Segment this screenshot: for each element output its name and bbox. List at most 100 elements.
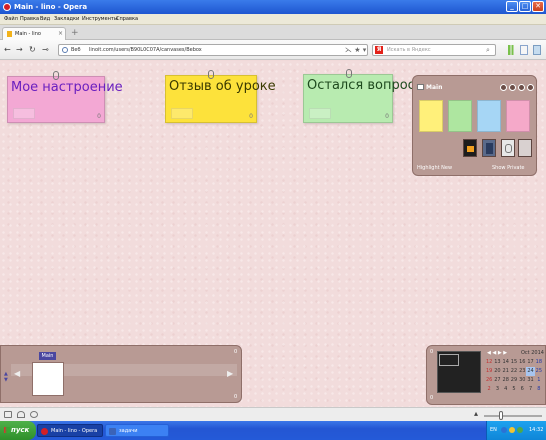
tab-close-icon[interactable]: ×	[58, 30, 63, 38]
show-private-toggle[interactable]: Show Private	[492, 165, 525, 172]
taskbar-button-opera[interactable]: Main - lino - Opera	[37, 424, 103, 437]
canvas-tab-main[interactable]: Main	[39, 352, 56, 360]
attach-icon[interactable]	[501, 139, 515, 157]
calendar-day[interactable]: 16	[518, 358, 526, 367]
scroll-right-icon[interactable]: ▶	[227, 370, 233, 378]
address-field[interactable]: Веб linoit.com/users/B90L0C07A/canvases/…	[58, 44, 368, 56]
zoom-slider[interactable]	[484, 415, 542, 417]
alert-icon[interactable]	[509, 427, 515, 433]
pin-icon	[346, 69, 352, 78]
settings-icon[interactable]	[500, 84, 507, 91]
sticky-note-feedback[interactable]: Отзыв об уроке 0	[165, 70, 276, 123]
rss-star-icons[interactable]: ⋋ ★ ▾	[345, 46, 366, 54]
panel-count: 0	[430, 395, 434, 401]
panel-toggle-icon[interactable]	[4, 411, 12, 418]
forward-icon[interactable]: →	[16, 45, 23, 54]
blue-sticky-swatch[interactable]	[477, 100, 501, 132]
panel-count: 0	[430, 349, 434, 355]
panel-title[interactable]: Main	[426, 84, 442, 91]
note-stamp	[13, 108, 35, 119]
calendar-day[interactable]: 13	[493, 358, 501, 367]
menu-tools[interactable]: Инструменты	[82, 16, 118, 23]
close-button[interactable]: ✕	[532, 1, 544, 12]
power-icon[interactable]	[527, 84, 534, 91]
back-icon[interactable]: ←	[4, 45, 11, 54]
menu-bookmarks[interactable]: Закладки	[54, 16, 79, 23]
menu-view[interactable]: Вид	[40, 16, 50, 23]
pink-sticky-swatch[interactable]	[506, 100, 530, 132]
calendar-day[interactable]: 25	[535, 367, 543, 376]
tab-main-lino[interactable]: Main - lino ×	[2, 27, 66, 40]
yellow-sticky-swatch[interactable]	[419, 100, 443, 132]
calendar-day[interactable]: 15	[510, 358, 518, 367]
photo-icon[interactable]	[463, 139, 477, 157]
calendar-day[interactable]: 30	[518, 376, 526, 385]
web-label: Веб	[71, 47, 81, 53]
sticky-note-question[interactable]: Остался вопрос 0	[303, 69, 415, 123]
calendar-day[interactable]: 8	[535, 385, 543, 394]
calendar-day[interactable]: 1	[535, 376, 543, 385]
language-indicator[interactable]: EN	[490, 427, 497, 434]
calendar-day[interactable]: 24	[526, 367, 535, 376]
calendar-day[interactable]: 26	[485, 376, 493, 385]
calendar-day[interactable]: 21	[502, 367, 510, 376]
menu-file[interactable]: Файл	[4, 16, 18, 23]
new-tab-button[interactable]: +	[71, 29, 79, 38]
calendar-day[interactable]: 7	[526, 385, 534, 394]
signal-icon[interactable]	[508, 45, 516, 55]
zoom-handle[interactable]	[499, 411, 503, 420]
calendar-day[interactable]: 4	[502, 385, 510, 394]
calendar-week-row: 19 20 21 22 23 24 25	[485, 367, 543, 376]
calendar-day[interactable]: 29	[510, 376, 518, 385]
video-icon[interactable]	[482, 139, 496, 157]
calendar-day[interactable]: 28	[502, 376, 510, 385]
calendar-day[interactable]: 2	[485, 385, 493, 394]
blank-note-icon[interactable]	[518, 139, 532, 157]
zoom-out-icon[interactable]: ▴	[474, 410, 478, 418]
start-button[interactable]: пуск	[0, 421, 36, 440]
highlight-new-toggle[interactable]: Highlight New	[417, 165, 452, 172]
green-sticky-swatch[interactable]	[448, 100, 472, 132]
calendar-day[interactable]: 5	[510, 385, 518, 394]
calendar-day[interactable]: 27	[493, 376, 501, 385]
calendar-week-row: 26 27 28 29 30 31 1	[485, 376, 543, 385]
network-icon[interactable]	[501, 427, 507, 433]
reload-icon[interactable]: ↻	[29, 45, 36, 54]
calendar-month: Oct 2014	[521, 350, 544, 356]
calendar-nav-arrows[interactable]: ◀ ◀ ▶ ▶	[487, 350, 507, 356]
info-icon[interactable]	[509, 84, 516, 91]
calendar-day[interactable]: 22	[510, 367, 518, 376]
search-icon[interactable]: ⌕	[486, 46, 490, 54]
calendar-day[interactable]: 31	[526, 376, 534, 385]
search-field[interactable]: Я Искать в Яндекс ⌕	[372, 44, 496, 56]
menu-help[interactable]: Справка	[116, 16, 138, 23]
scroll-left-icon[interactable]: ◀	[14, 370, 20, 378]
calendar-day[interactable]: 19	[485, 367, 493, 376]
security-icon[interactable]	[517, 427, 523, 433]
lino-favicon-icon	[7, 31, 12, 37]
minimap-viewport[interactable]	[439, 354, 459, 366]
taskbar-button-word[interactable]: задачи электронной...	[105, 424, 169, 437]
calendar-day[interactable]: 23	[518, 367, 526, 376]
turbo-icon[interactable]	[17, 411, 25, 418]
calendar-day[interactable]: 12	[485, 358, 493, 367]
maximize-button[interactable]: □	[519, 1, 531, 12]
sticky-note-mood[interactable]: Мое настроение 0	[7, 71, 123, 123]
calendar-day[interactable]: 6	[518, 385, 526, 394]
minimize-button[interactable]: _	[506, 1, 518, 12]
calendar-day[interactable]: 17	[526, 358, 534, 367]
page-icon[interactable]	[520, 45, 528, 55]
speed-icon[interactable]	[30, 411, 38, 418]
panel-count: 0	[234, 394, 238, 400]
canvas-thumbnail[interactable]	[32, 362, 64, 396]
calendar-day[interactable]: 14	[502, 358, 510, 367]
downloads-icon[interactable]	[533, 45, 541, 55]
calendar-day[interactable]: 18	[535, 358, 543, 367]
share-icon[interactable]	[518, 84, 525, 91]
scroll-arrows-icon[interactable]: ▲ ▼	[4, 371, 8, 383]
calendar-day[interactable]: 3	[493, 385, 501, 394]
menu-edit[interactable]: Правка	[20, 16, 39, 23]
window-title-bar[interactable]: Main - lino - Opera _ □ ✕	[0, 0, 546, 14]
calendar-day[interactable]: 20	[493, 367, 501, 376]
speed-dial-icon[interactable]: ⊸	[42, 45, 49, 54]
